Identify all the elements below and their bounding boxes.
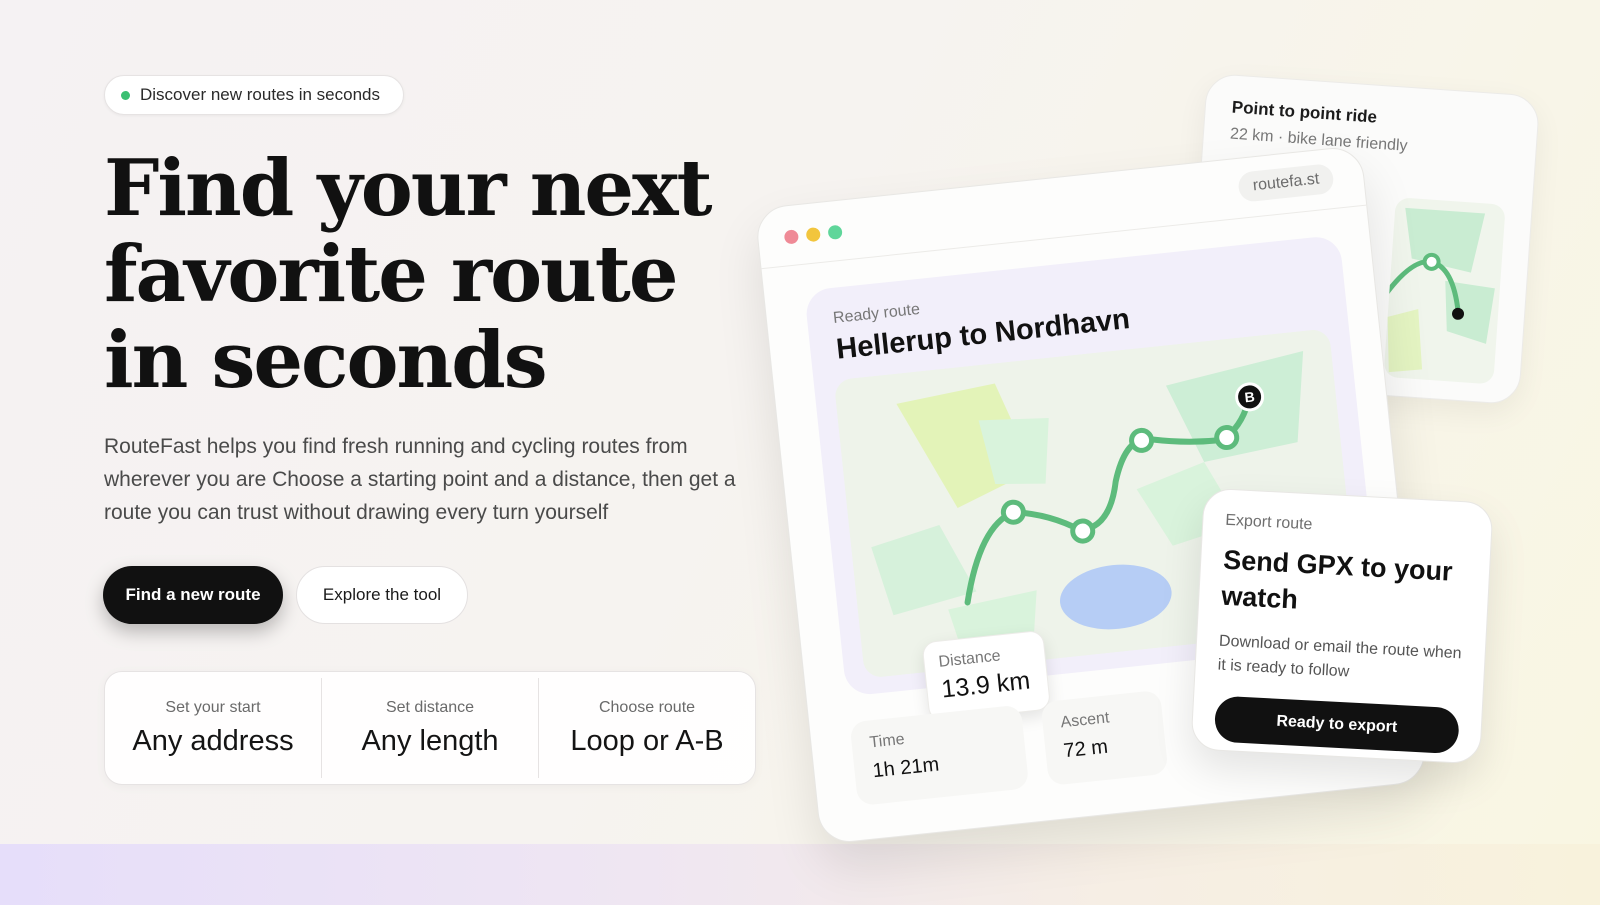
route-waypoint bbox=[1070, 518, 1096, 544]
hero-title-line: Find your next bbox=[104, 143, 713, 234]
hero-badge: Discover new routes in seconds bbox=[104, 75, 404, 115]
ascent-value: 72 m bbox=[1062, 735, 1110, 763]
export-title: Send GPX to your watch bbox=[1220, 544, 1454, 615]
step-value: Any address bbox=[132, 724, 294, 757]
point-to-point-title: Point to point ride bbox=[1231, 97, 1378, 127]
hero-title-line: in seconds bbox=[104, 315, 548, 406]
step-label: Set distance bbox=[385, 698, 475, 716]
step-distance: Set distance Any length bbox=[322, 678, 539, 778]
route-waypoint bbox=[1129, 427, 1155, 453]
export-route-card: Export route Send GPX to your watch Down… bbox=[1190, 487, 1494, 765]
window-minimize-icon[interactable] bbox=[805, 226, 821, 243]
export-description: Download or email the route when it is r… bbox=[1217, 632, 1462, 681]
ascent-stat: Ascent 72 m bbox=[1040, 689, 1169, 786]
url-chip: routefa.st bbox=[1237, 163, 1335, 203]
bottom-gradient-band bbox=[0, 844, 1600, 905]
hero-badge-text: Discover new routes in seconds bbox=[140, 85, 381, 104]
distance-value: 13.9 km bbox=[940, 666, 1032, 704]
hero-title-line: favorite route bbox=[104, 229, 678, 320]
time-value: 1h 21m bbox=[871, 753, 941, 783]
step-value: Any length bbox=[361, 724, 499, 757]
route-waypoint bbox=[1214, 424, 1240, 450]
step-start: Set your start Any address bbox=[105, 678, 322, 778]
mini-map bbox=[1381, 197, 1506, 385]
hero-description: RouteFast helps you find fresh running a… bbox=[104, 435, 736, 524]
feature-steps: Set your start Any address Set distance … bbox=[104, 671, 756, 785]
ascent-label: Ascent bbox=[1059, 709, 1111, 732]
step-label: Choose route bbox=[598, 698, 696, 716]
status-dot-icon bbox=[121, 90, 130, 100]
find-route-button[interactable]: Find a new route bbox=[103, 566, 283, 624]
mini-map-route bbox=[1381, 207, 1495, 373]
step-label: Set your start bbox=[165, 698, 261, 716]
ready-to-export-button[interactable]: Ready to export bbox=[1213, 695, 1460, 755]
export-label: Export route bbox=[1224, 511, 1313, 534]
window-close-icon[interactable] bbox=[783, 229, 800, 245]
explore-tool-button[interactable]: Explore the tool bbox=[296, 566, 468, 624]
step-route: Choose route Loop or A-B bbox=[539, 678, 755, 778]
route-label: Ready route bbox=[832, 300, 921, 327]
window-maximize-icon[interactable] bbox=[827, 224, 843, 240]
route-end-marker-label: B bbox=[1244, 388, 1256, 405]
hero-title: Find your next favorite route in seconds bbox=[104, 146, 744, 404]
step-value: Loop or A-B bbox=[570, 724, 724, 757]
route-waypoint bbox=[1000, 499, 1026, 525]
time-stat: Time 1h 21m bbox=[849, 704, 1030, 807]
